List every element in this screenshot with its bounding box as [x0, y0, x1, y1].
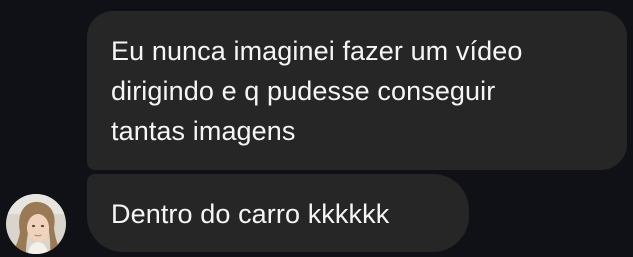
avatar[interactable] [6, 194, 66, 254]
message-text: Dentro do carro kkkkkk [111, 199, 390, 229]
message-thread: Eu nunca imaginei fazer um vídeo dirigin… [0, 0, 633, 257]
profile-photo-icon [6, 194, 66, 254]
message-line: tantas imagens [111, 116, 296, 146]
message-line: Eu nunca imaginei fazer um vídeo [111, 36, 523, 66]
message-bubble[interactable]: Eu nunca imaginei fazer um vídeo dirigin… [87, 11, 627, 170]
message-bubble[interactable]: Dentro do carro kkkkkk [87, 174, 469, 252]
message-line: dirigindo e q pudesse conseguir [111, 76, 496, 106]
